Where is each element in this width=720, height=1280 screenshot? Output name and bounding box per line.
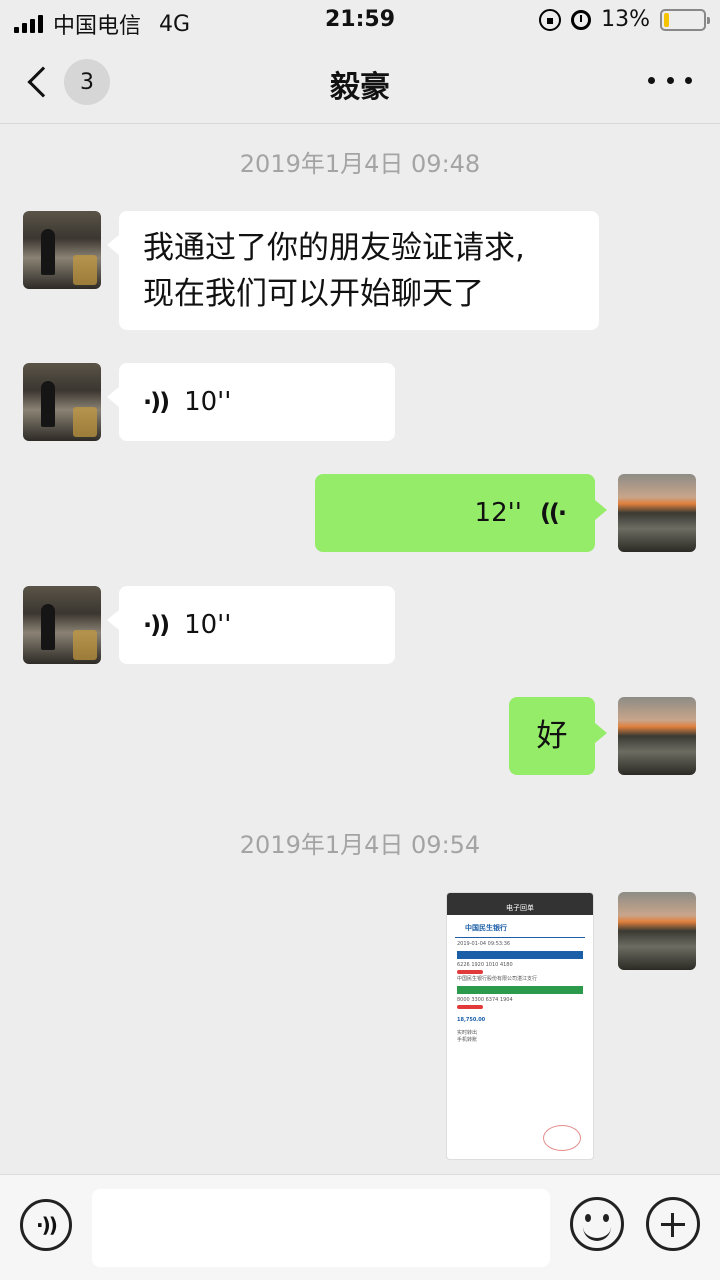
redaction-mark: [457, 970, 483, 974]
receipt-date: 2019-01-04 09:53:36: [457, 941, 511, 947]
emoji-button[interactable]: [570, 1197, 624, 1251]
message-text: 好: [536, 718, 568, 754]
more-button[interactable]: [648, 62, 692, 98]
chat-title: 毅豪: [330, 70, 390, 105]
payee-account: 8000 3300 6374 1904: [457, 997, 513, 1003]
message-input[interactable]: [92, 1189, 550, 1267]
receipt-amount: 18,750.00: [457, 1017, 486, 1023]
payer-section-bar: [457, 951, 583, 959]
payer-bank: 中国民生银行股份有限公司湛江支行: [457, 976, 538, 982]
my-avatar[interactable]: [618, 892, 696, 970]
add-more-button[interactable]: [646, 1197, 700, 1251]
voice-input-button[interactable]: ·)): [20, 1199, 72, 1251]
message-text: 我通过了你的朋友验证请求,: [143, 230, 525, 266]
voice-duration: 12'': [474, 498, 522, 528]
receipt-image-message[interactable]: 电子回单 中国民生银行 2019-01-04 09:53:36 6226 192…: [446, 892, 594, 1160]
battery-icon: [660, 8, 710, 31]
status-right: 13%: [539, 7, 710, 32]
payee-section-bar: [457, 986, 583, 994]
transfer-remark: 手机转账: [457, 1037, 478, 1043]
message-timestamp: 2019年1月4日 09:48: [239, 150, 481, 178]
input-bar: ·)): [0, 1174, 720, 1280]
incoming-text-bubble[interactable]: 我通过了你的朋友验证请求, 现在我们可以开始聊天了: [107, 211, 599, 330]
voice-wave-icon: ·)): [143, 611, 170, 639]
voice-duration: 10'': [184, 387, 232, 417]
more-dots-icon: [648, 76, 655, 84]
friend-avatar[interactable]: [23, 363, 101, 441]
voice-wave-icon: ·)): [143, 388, 170, 416]
voice-duration: 10'': [184, 610, 232, 640]
outgoing-voice-bubble[interactable]: 12'' ((·: [315, 474, 607, 552]
battery-percent: 13%: [601, 7, 650, 32]
transfer-mode: 实时转出: [457, 1030, 478, 1036]
receipt-header: 电子回单: [447, 901, 593, 915]
message-timestamp: 2019年1月4日 09:54: [239, 831, 481, 859]
friend-avatar[interactable]: [23, 211, 101, 289]
my-avatar[interactable]: [618, 697, 696, 775]
alarm-icon: [571, 9, 592, 30]
rotation-lock-icon: [539, 8, 562, 31]
outgoing-text-bubble[interactable]: 好: [509, 697, 607, 775]
my-avatar[interactable]: [618, 474, 696, 552]
bank-logo: 中国民生银行: [455, 919, 585, 938]
incoming-voice-bubble[interactable]: ·)) 10'': [107, 363, 395, 441]
friend-avatar[interactable]: [23, 586, 101, 664]
incoming-voice-bubble[interactable]: ·)) 10'': [107, 586, 395, 664]
bank-stamp: [543, 1125, 581, 1151]
chat-header: 3 毅豪: [0, 40, 720, 124]
message-text: 现在我们可以开始聊天了: [143, 276, 484, 312]
status-bar: 中国电信 4G 21:59 13%: [0, 0, 720, 40]
redaction-mark: [457, 1005, 483, 1009]
payer-account: 6226 1920 1010 4180: [457, 962, 513, 968]
voice-wave-icon: ((·: [539, 499, 567, 527]
